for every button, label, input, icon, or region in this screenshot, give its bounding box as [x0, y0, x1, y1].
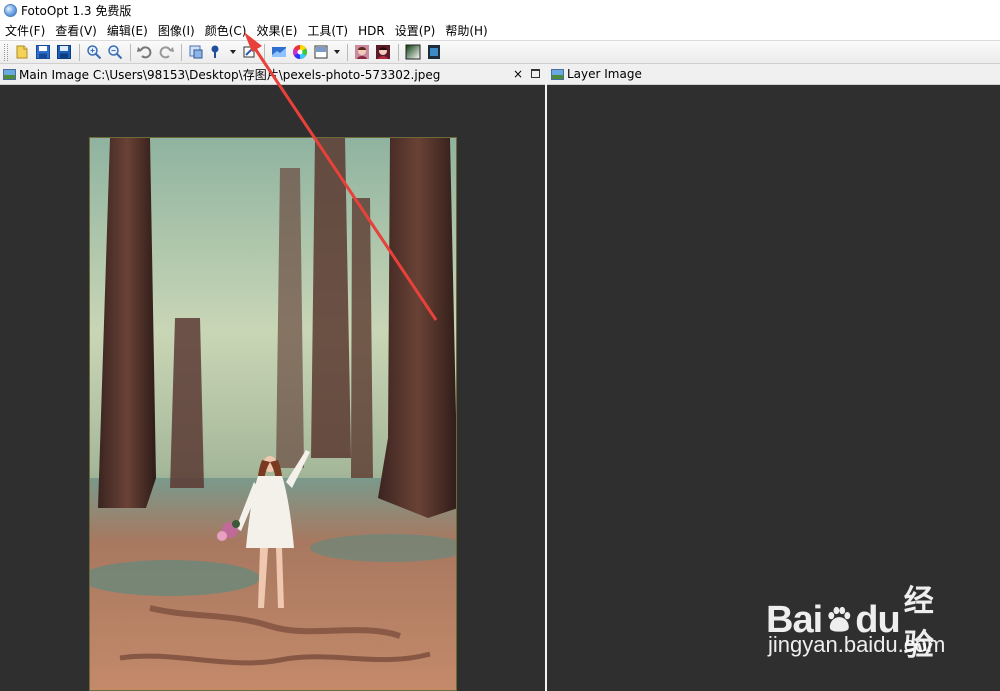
forest-photo: [89, 137, 457, 691]
menu-effects[interactable]: 效果(E): [253, 22, 300, 39]
main-image-canvas[interactable]: [0, 85, 545, 691]
save-icon[interactable]: [33, 43, 52, 62]
menu-bar: 文件(F) 查看(V) 编辑(E) 图像(I) 颜色(C) 效果(E) 工具(T…: [0, 21, 1000, 41]
zoom-out-icon[interactable]: [105, 43, 124, 62]
close-icon[interactable]: ×: [513, 67, 523, 81]
gradient-icon[interactable]: [403, 43, 422, 62]
toolbar-grip[interactable]: [4, 43, 8, 61]
app-logo-icon: [4, 4, 17, 17]
menu-image[interactable]: 图像(I): [155, 22, 198, 39]
layer-image-title: Layer Image: [567, 67, 642, 81]
toolbar-separator: [181, 43, 182, 61]
menu-settings[interactable]: 设置(P): [392, 22, 439, 39]
open-icon[interactable]: [12, 43, 31, 62]
brush-icon[interactable]: [207, 43, 226, 62]
menu-file[interactable]: 文件(F): [2, 22, 48, 39]
window-title: FotoOpt 1.3 免费版: [21, 4, 132, 18]
image-icon: [3, 68, 16, 80]
toolbar-separator: [79, 43, 80, 61]
toolbar-separator: [347, 43, 348, 61]
zoom-in-icon[interactable]: [84, 43, 103, 62]
menu-view[interactable]: 查看(V): [52, 22, 100, 39]
toolbar: [0, 41, 1000, 64]
menu-edit[interactable]: 编辑(E): [104, 22, 151, 39]
maximize-icon[interactable]: [531, 69, 540, 78]
crop-icon[interactable]: [186, 43, 205, 62]
toolbar-separator: [130, 43, 131, 61]
portrait-icon[interactable]: [352, 43, 371, 62]
layer-image-panel-header: Layer Image: [547, 64, 1000, 85]
color-wheel-icon[interactable]: [290, 43, 309, 62]
film-icon[interactable]: [424, 43, 443, 62]
watermark-url: jingyan.baidu.com: [768, 632, 946, 657]
brush-dropdown[interactable]: [228, 43, 237, 62]
layer-image-canvas[interactable]: Bai du 经验 jingyan.baidu.com: [547, 85, 1000, 691]
toolbar-separator: [264, 43, 265, 61]
menu-help[interactable]: 帮助(H): [442, 22, 490, 39]
save-as-icon[interactable]: [54, 43, 73, 62]
toolbar-separator: [398, 43, 399, 61]
menu-color[interactable]: 颜色(C): [202, 22, 250, 39]
title-bar: FotoOpt 1.3 免费版: [0, 0, 1000, 21]
levels-icon[interactable]: [269, 43, 288, 62]
undo-icon[interactable]: [135, 43, 154, 62]
filter-icon[interactable]: [311, 43, 330, 62]
portrait-alt-icon[interactable]: [373, 43, 392, 62]
baidu-jingyan-watermark: Bai du 经验 jingyan.baidu.com: [766, 576, 946, 671]
redo-icon[interactable]: [156, 43, 175, 62]
filter-dropdown[interactable]: [332, 43, 341, 62]
menu-tools[interactable]: 工具(T): [304, 22, 351, 39]
main-image-title: Main Image C:\Users\98153\Desktop\存图片\pe…: [19, 67, 441, 82]
main-image-panel-header: Main Image C:\Users\98153\Desktop\存图片\pe…: [0, 64, 545, 85]
menu-hdr[interactable]: HDR: [355, 24, 388, 38]
image-icon: [551, 68, 564, 80]
rotate-icon[interactable]: [239, 43, 258, 62]
